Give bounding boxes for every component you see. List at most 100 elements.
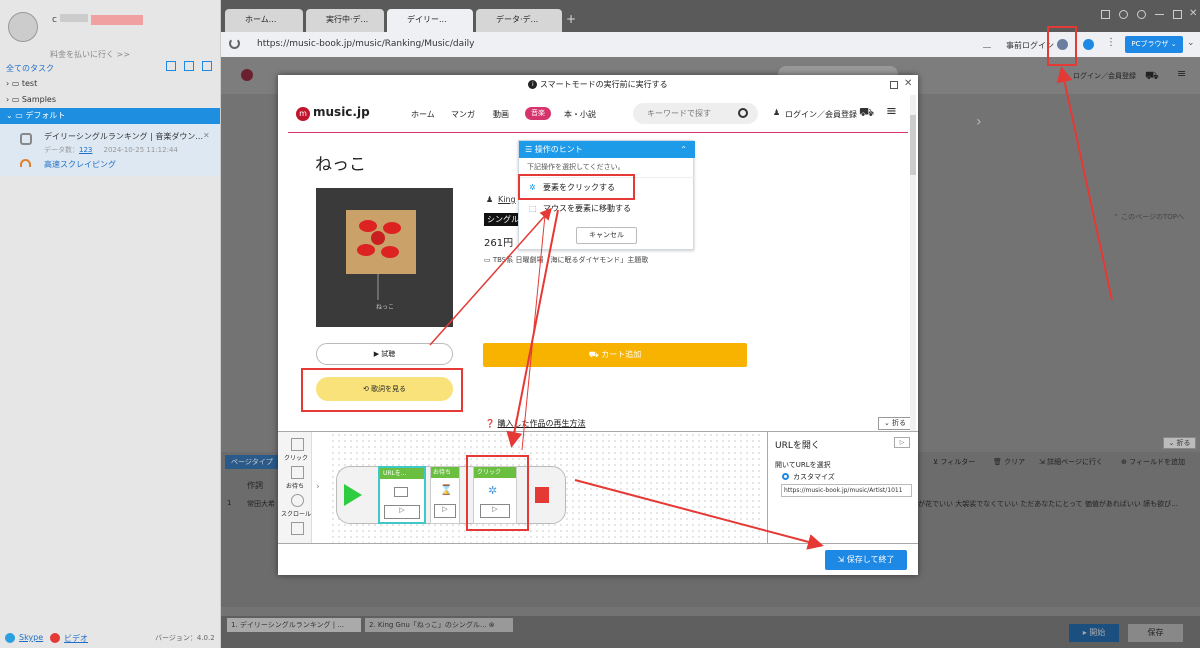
run-node-button[interactable]: ▷ [384, 505, 420, 519]
run-node-button[interactable]: ▷ [434, 504, 456, 518]
flow-start-icon[interactable] [344, 484, 362, 506]
nav-manga[interactable]: マンガ [451, 109, 475, 120]
flow-end-icon[interactable] [535, 487, 549, 503]
nav-music[interactable]: 音楽 [525, 107, 551, 120]
highlight-lyrics-button [301, 368, 463, 412]
new-task-icon[interactable] [166, 61, 176, 71]
skype-icon[interactable] [5, 633, 15, 643]
footer-tab-1: 1. デイリーシングルランキング | ... [227, 618, 361, 632]
scrollbar-thumb[interactable] [910, 115, 916, 175]
album-jacket[interactable]: ねっこ [316, 188, 453, 327]
palette-wait[interactable]: お待ち [286, 481, 304, 490]
site-logo-icon[interactable]: m [296, 107, 310, 121]
palette-wait-icon[interactable] [291, 466, 304, 479]
reload-icon[interactable] [229, 38, 240, 49]
folder-default[interactable]: ⌄ ▭ デフォルト [0, 108, 220, 124]
palette-scroll-icon[interactable] [291, 494, 304, 507]
upgrade-link[interactable]: 料金を払いに行く >> [50, 49, 130, 60]
menu-icon[interactable]: ≡ [886, 104, 897, 119]
hint-cancel-button[interactable]: キャンセル [576, 227, 637, 244]
tab-home[interactable]: ホーム... [225, 9, 303, 32]
more-icon[interactable]: ⋮ [1106, 37, 1116, 48]
tab-daily[interactable]: デイリー... [387, 9, 473, 32]
palette-click-icon[interactable] [291, 438, 304, 451]
howto-link[interactable]: ❓ 購入した作品の再生方法 [485, 418, 586, 429]
url-panel-title: URLを開く [775, 441, 820, 451]
action-palette: クリック お待ち スクロール [278, 432, 312, 544]
palette-more-icon[interactable] [291, 522, 304, 535]
collapse-icon[interactable]: ⌄ [1187, 38, 1195, 48]
maximize-icon[interactable] [890, 81, 898, 89]
smart-mode-dialog: i スマートモードの実行前に実行する ✕ m music.jp ホーム マンガ … [278, 75, 918, 575]
start-button: ▸ 開始 [1069, 624, 1119, 642]
minimize-icon[interactable] [1155, 14, 1164, 15]
tab-label: デイリー... [407, 15, 447, 24]
palette-expand-icon[interactable]: › [316, 482, 320, 492]
export-icon[interactable] [202, 61, 212, 71]
import-icon[interactable] [184, 61, 194, 71]
song-title: ねっこ [315, 155, 366, 175]
custom-radio[interactable] [782, 473, 789, 480]
flow-node-wait[interactable]: お待ち ⌛ ▷ [430, 466, 460, 524]
flow-canvas: URLを... ▷ お待ち ⌛ ▷ クリック ✲ ▷ [330, 432, 764, 544]
help-icon[interactable] [1119, 10, 1128, 19]
url-value-input[interactable]: https://music-book.jp/music/Artist/1011 [781, 484, 912, 497]
close-icon[interactable]: ✕ [203, 131, 210, 140]
skype-link[interactable]: Skype [19, 633, 43, 642]
user-icon[interactable]: ♟ [773, 108, 780, 117]
speed-icon [20, 159, 31, 167]
url-input[interactable]: https://music-book.jp/music/Ranking/Musi… [257, 39, 474, 49]
flow-node-open-url[interactable]: URLを... ▷ [378, 466, 426, 524]
url-panel-run-icon[interactable]: ▷ [894, 437, 910, 448]
task-item[interactable]: デイリーシングルランキング | 音楽ダウン... ✕ データ数：123 2024… [0, 124, 220, 176]
gift-icon[interactable] [1101, 10, 1110, 19]
pc-browser-button[interactable]: PCブラウザ ⌄ [1125, 36, 1183, 53]
tab-data[interactable]: データ·デ... [476, 9, 562, 32]
site-login-link[interactable]: ログイン／会員登録 [785, 109, 857, 120]
artist-link[interactable]: King [498, 195, 516, 204]
account-icon[interactable] [1083, 39, 1094, 50]
song-price: 261円 [484, 238, 514, 249]
all-tasks-label[interactable]: 全てのタスク [6, 63, 54, 74]
edit-icon[interactable] [983, 40, 991, 48]
footer-tab-2: 2. King Gnu「ねっこ」のシングル... ⊗ [365, 618, 513, 632]
avatar[interactable] [8, 12, 38, 42]
web-icon [394, 487, 408, 497]
filter-button: ⊻ フィルター [933, 458, 976, 466]
folder-test[interactable]: › ▭ test [0, 76, 220, 92]
highlight-tutorial-icon [1047, 26, 1077, 66]
add-cart-button[interactable]: ⛟ カート追加 [483, 343, 747, 367]
palette-click[interactable]: クリック [284, 453, 308, 462]
collapse-hint-icon[interactable]: ⌃ [680, 141, 687, 158]
dialog-title: スマートモードの実行前に実行する [539, 80, 668, 89]
new-tab-button[interactable]: + [566, 12, 576, 26]
folder-samples[interactable]: › ▭ Samples [0, 92, 220, 108]
search-placeholder: キーワードで探す [647, 109, 711, 118]
artist-icon: ♟ [486, 195, 494, 204]
cart-icon[interactable]: ⛟ [859, 105, 874, 121]
palette-scroll[interactable]: スクロール [281, 509, 311, 518]
save-and-exit-button[interactable]: ⇲ 保存して終了 [825, 550, 907, 570]
hover-element-option[interactable]: ⬚ マウスを要素に移動する [519, 199, 695, 219]
restore-icon[interactable] [1173, 10, 1182, 19]
nav-home[interactable]: ホーム [411, 109, 435, 120]
site-logo[interactable]: music.jp [313, 105, 370, 119]
video-icon[interactable] [50, 633, 60, 643]
trial-button[interactable]: ▶ 試聴 [316, 343, 453, 365]
page-to-top-label: このページのTOPへ [1121, 213, 1184, 221]
tab-running[interactable]: 実行中·デ... [306, 9, 384, 32]
username: c [52, 14, 143, 25]
video-link[interactable]: ビデオ [64, 633, 88, 644]
nav-video[interactable]: 動画 [493, 109, 509, 120]
footer-bar: 1. デイリーシングルランキング | ... 2. King Gnu「ねっこ」の… [221, 616, 1200, 648]
footer-tab-label: 1. デイリーシングルランキング | ... [231, 621, 345, 629]
close-window-icon[interactable]: ✕ [1189, 8, 1197, 19]
nav-books[interactable]: 本・小説 [564, 109, 596, 120]
fold-button[interactable]: ⌄ 折る [878, 417, 912, 430]
highlight-click-option [518, 174, 635, 200]
hint-header: ☰ 操作のヒント ⌃ [519, 141, 695, 158]
close-dialog-icon[interactable]: ✕ [904, 78, 912, 89]
save-exit-label: 保存して終了 [846, 555, 895, 564]
search-icon[interactable] [738, 108, 748, 118]
settings-icon[interactable] [1137, 10, 1146, 19]
